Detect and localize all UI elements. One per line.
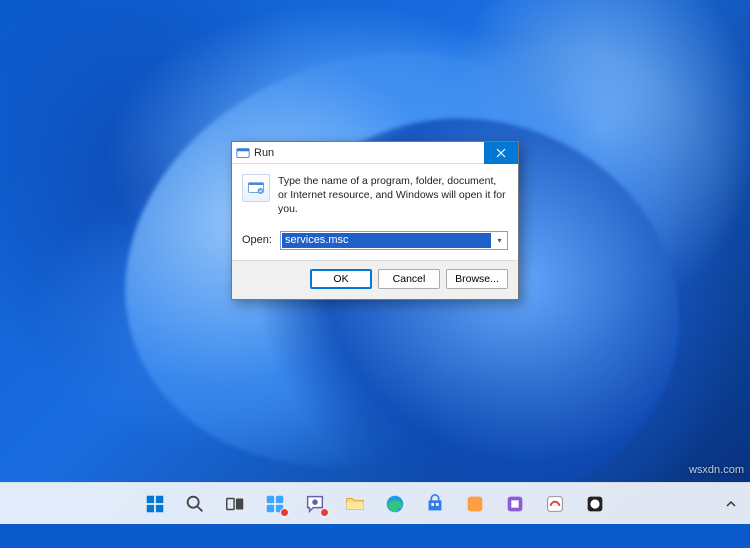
app-icon xyxy=(544,493,566,515)
taskbar-app-1[interactable] xyxy=(458,487,492,521)
edge-icon xyxy=(384,493,406,515)
open-label: Open: xyxy=(242,234,272,246)
taskbar-edge[interactable] xyxy=(378,487,412,521)
app-icon xyxy=(504,493,526,515)
run-button-row: OK Cancel Browse... xyxy=(232,260,518,299)
taskbar-chat[interactable] xyxy=(298,487,332,521)
app-icon xyxy=(464,493,486,515)
watermark-text: wsxdn.com xyxy=(689,464,744,476)
run-titlebar[interactable]: Run xyxy=(232,142,518,164)
run-program-icon xyxy=(242,174,270,202)
taskview-icon xyxy=(224,493,246,515)
search-icon xyxy=(184,493,206,515)
taskbar-app-2[interactable] xyxy=(498,487,532,521)
folder-icon xyxy=(344,493,366,515)
ok-button[interactable]: OK xyxy=(310,269,372,289)
taskbar-app-4[interactable] xyxy=(578,487,612,521)
taskbar-search[interactable] xyxy=(178,487,212,521)
app-icon xyxy=(584,493,606,515)
store-icon xyxy=(424,493,446,515)
open-input[interactable] xyxy=(282,233,491,248)
taskbar-file-explorer[interactable] xyxy=(338,487,372,521)
close-button[interactable] xyxy=(484,142,518,164)
taskbar-start[interactable] xyxy=(138,487,172,521)
tray-chevron-up-icon[interactable] xyxy=(718,487,744,521)
taskbar-widgets[interactable] xyxy=(258,487,292,521)
notification-badge xyxy=(320,508,329,517)
windows-icon xyxy=(144,493,166,515)
open-combobox[interactable]: ▾ xyxy=(280,231,508,250)
run-dialog: Run Type the name of a program, folder, … xyxy=(231,141,519,300)
run-titlebar-icon xyxy=(236,146,250,160)
chevron-down-icon[interactable]: ▾ xyxy=(492,236,507,245)
run-description: Type the name of a program, folder, docu… xyxy=(278,174,508,217)
run-open-row: Open: ▾ xyxy=(232,225,518,260)
taskbar xyxy=(0,482,750,524)
taskbar-system-tray xyxy=(718,483,744,525)
cancel-button[interactable]: Cancel xyxy=(378,269,440,289)
taskbar-app-3[interactable] xyxy=(538,487,572,521)
taskbar-taskview[interactable] xyxy=(218,487,252,521)
taskbar-store[interactable] xyxy=(418,487,452,521)
run-title: Run xyxy=(254,147,484,159)
notification-badge xyxy=(280,508,289,517)
browse-button[interactable]: Browse... xyxy=(446,269,508,289)
run-body: Type the name of a program, folder, docu… xyxy=(232,164,518,225)
